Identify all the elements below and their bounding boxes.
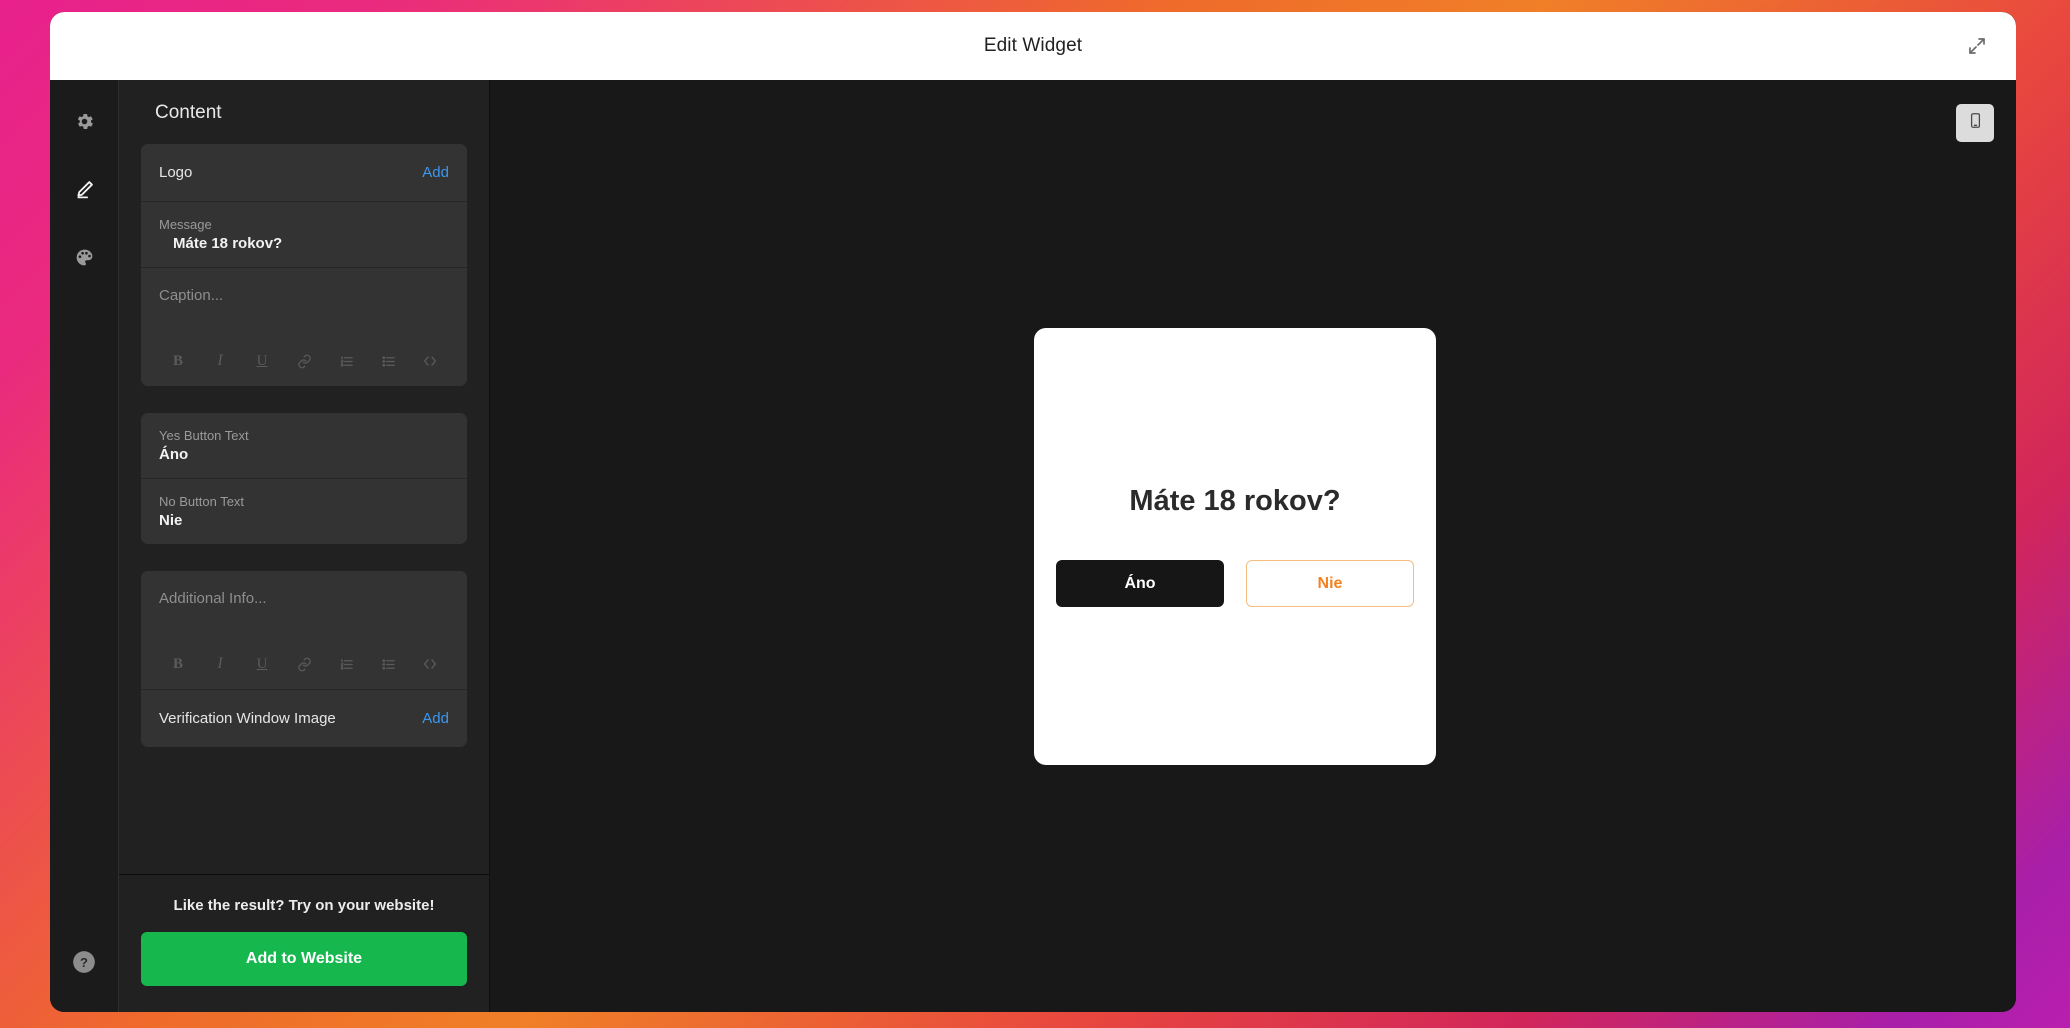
no-button-text-value[interactable]: Nie — [159, 512, 449, 529]
link-icon[interactable] — [283, 651, 325, 677]
field-group-message: Logo Add Message Máte 18 rokov? Caption.… — [141, 144, 467, 386]
edit-widget-window: Edit Widget ? Content Logo Add Message M… — [50, 12, 2016, 1012]
gear-icon — [74, 111, 95, 132]
yes-button-text-label: Yes Button Text — [159, 428, 249, 443]
message-field-value[interactable]: Máte 18 rokov? — [159, 235, 449, 252]
code-icon[interactable] — [409, 348, 451, 374]
no-button-text-row[interactable]: No Button Text Nie — [141, 479, 467, 544]
code-icon[interactable] — [409, 651, 451, 677]
window-header: Edit Widget — [50, 12, 2016, 80]
verification-image-add-button[interactable]: Add — [422, 710, 449, 727]
bold-icon[interactable]: B — [157, 651, 199, 677]
mobile-device-icon — [1967, 112, 1984, 134]
sidebar-scroll-region[interactable]: Content Logo Add Message Máte 18 rokov? … — [119, 80, 489, 874]
sidebar-item-appearance[interactable] — [61, 234, 107, 280]
page-title: Edit Widget — [983, 35, 1083, 56]
field-group-buttons: Yes Button Text Áno No Button Text Nie — [141, 413, 467, 544]
additional-info-toolbar: B I U — [141, 645, 467, 689]
sidebar-item-settings[interactable] — [61, 98, 107, 144]
yes-button-text-value[interactable]: Áno — [159, 446, 449, 463]
additional-info-placeholder: Additional Info... — [159, 590, 267, 607]
add-to-website-button[interactable]: Add to Website — [141, 932, 467, 986]
mobile-device-toggle[interactable] — [1956, 104, 1994, 142]
expand-arrows-icon[interactable] — [1960, 29, 1994, 63]
caption-toolbar: B I U — [141, 342, 467, 386]
verification-image-row[interactable]: Verification Window Image Add — [141, 689, 467, 747]
widget-button-row: Áno Nie — [1056, 560, 1414, 607]
sidebar-item-content[interactable] — [61, 166, 107, 212]
bold-icon[interactable]: B — [157, 348, 199, 374]
sidebar-footer: Like the result? Try on your website! Ad… — [119, 874, 489, 1012]
sidebar-heading: Content — [155, 102, 222, 123]
field-group-additional: Additional Info... B I U Verification Wi… — [141, 571, 467, 747]
message-field-row[interactable]: Message Máte 18 rokov? — [141, 202, 467, 268]
italic-icon[interactable]: I — [199, 651, 241, 677]
widget-yes-button[interactable]: Áno — [1056, 560, 1224, 607]
logo-field-label: Logo — [159, 164, 193, 181]
palette-icon — [74, 247, 95, 268]
help-button[interactable]: ? — [68, 948, 100, 980]
additional-info-editor[interactable]: Additional Info... B I U — [141, 571, 467, 689]
caption-editor[interactable]: Caption... B I U — [141, 268, 467, 386]
yes-button-text-row[interactable]: Yes Button Text Áno — [141, 413, 467, 479]
underline-icon[interactable]: U — [241, 651, 283, 677]
svg-text:?: ? — [80, 954, 88, 969]
widget-no-button[interactable]: Nie — [1246, 560, 1414, 607]
link-icon[interactable] — [283, 348, 325, 374]
verification-image-label: Verification Window Image — [159, 710, 336, 727]
widget-preview-area: Máte 18 rokov? Áno Nie — [490, 80, 2016, 1012]
logo-add-button[interactable]: Add — [422, 164, 449, 181]
icon-rail: ? — [50, 80, 118, 1012]
widget-message: Máte 18 rokov? — [1129, 485, 1341, 517]
bullet-list-icon[interactable] — [367, 348, 409, 374]
underline-icon[interactable]: U — [241, 348, 283, 374]
bullet-list-icon[interactable] — [367, 651, 409, 677]
ordered-list-icon[interactable] — [325, 651, 367, 677]
pencil-icon — [74, 179, 95, 200]
logo-field-row[interactable]: Logo Add — [141, 144, 467, 202]
window-body: ? Content Logo Add Message Máte 18 rokov… — [50, 80, 2016, 1012]
age-verification-widget: Máte 18 rokov? Áno Nie — [1034, 327, 1436, 765]
question-circle-icon: ? — [71, 949, 97, 980]
footer-caption: Like the result? Try on your website! — [173, 897, 435, 914]
content-sidebar: Content Logo Add Message Máte 18 rokov? … — [118, 80, 490, 1012]
message-field-label: Message — [159, 217, 212, 232]
no-button-text-label: No Button Text — [159, 494, 245, 509]
italic-icon[interactable]: I — [199, 348, 241, 374]
ordered-list-icon[interactable] — [325, 348, 367, 374]
caption-placeholder: Caption... — [159, 287, 224, 304]
